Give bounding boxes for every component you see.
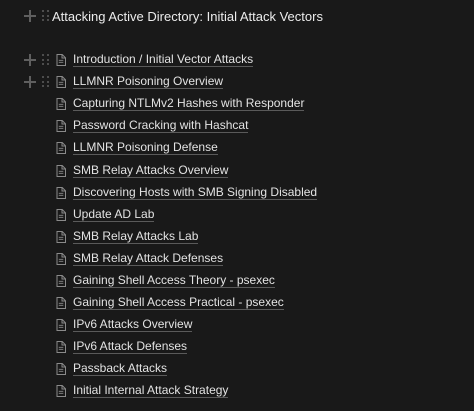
page-icon <box>56 164 66 177</box>
plus-icon[interactable] <box>24 54 36 67</box>
page-link-label: IPv6 Attack Defenses <box>73 339 188 355</box>
page-link[interactable]: LLMNR Poisoning Defense <box>52 140 218 156</box>
list-item: Passback Attacks <box>0 358 474 380</box>
page-icon <box>56 142 66 155</box>
page-icon <box>56 319 66 332</box>
drag-handle-icon[interactable] <box>42 10 50 22</box>
page-link[interactable]: Capturing NTLMv2 Hashes with Responder <box>52 96 305 112</box>
page-icon <box>56 120 66 133</box>
list-item: LLMNR Poisoning Defense <box>0 137 474 159</box>
page-link-label: Capturing NTLMv2 Hashes with Responder <box>73 96 305 112</box>
list-item: IPv6 Attacks Overview <box>0 314 474 336</box>
list-item: IPv6 Attack Defenses <box>0 336 474 358</box>
page-link[interactable]: Discovering Hosts with SMB Signing Disab… <box>52 184 318 200</box>
page-icon <box>56 297 66 310</box>
list-item: SMB Relay Attacks Overview <box>0 159 474 181</box>
page-icon <box>56 385 66 398</box>
page-link-label: Discovering Hosts with SMB Signing Disab… <box>73 184 318 200</box>
page-icon <box>56 230 66 243</box>
list-item: Introduction / Initial Vector Attacks <box>0 49 474 71</box>
page-link[interactable]: LLMNR Poisoning Overview <box>52 74 224 90</box>
list-item: Update AD Lab <box>0 204 474 226</box>
page-link-label: SMB Relay Attack Defenses <box>73 250 224 266</box>
page-icon <box>56 54 66 67</box>
page-icon <box>56 274 66 287</box>
page-icon <box>56 252 66 265</box>
list-item: LLMNR Poisoning Overview <box>0 71 474 93</box>
list-item: SMB Relay Attack Defenses <box>0 248 474 270</box>
page-link[interactable]: Introduction / Initial Vector Attacks <box>52 52 254 68</box>
page-link-label: IPv6 Attacks Overview <box>73 317 193 333</box>
page-link-label: Passback Attacks <box>73 361 168 377</box>
page-link[interactable]: IPv6 Attacks Overview <box>52 317 193 333</box>
page-link-label: LLMNR Poisoning Overview <box>73 74 224 90</box>
block-controls <box>0 76 52 89</box>
page-link-label: Update AD Lab <box>73 206 155 222</box>
block-controls <box>0 10 52 22</box>
page-link[interactable]: Gaining Shell Access Theory - psexec <box>52 272 275 288</box>
drag-handle-icon[interactable] <box>42 54 50 66</box>
page-link-label: SMB Relay Attacks Lab <box>73 228 199 244</box>
page-link[interactable]: SMB Relay Attacks Overview <box>52 162 229 178</box>
list-item: Discovering Hosts with SMB Signing Disab… <box>0 182 474 204</box>
page-link[interactable]: Gaining Shell Access Practical - psexec <box>52 295 284 311</box>
plus-icon[interactable] <box>24 76 36 89</box>
page-link[interactable]: Password Cracking with Hashcat <box>52 118 249 134</box>
list-item: Capturing NTLMv2 Hashes with Responder <box>0 93 474 115</box>
page-icon <box>56 186 66 199</box>
page-link-label: Gaining Shell Access Practical - psexec <box>73 295 284 311</box>
page-link-label: SMB Relay Attacks Overview <box>73 162 229 178</box>
page-title: Attacking Active Directory: Initial Atta… <box>52 8 323 24</box>
page-icon <box>56 76 66 89</box>
list-item: SMB Relay Attacks Lab <box>0 226 474 248</box>
page-link[interactable]: Passback Attacks <box>52 361 168 377</box>
page-link-list: Introduction / Initial Vector Attacks LL… <box>0 49 474 403</box>
page-link[interactable]: Initial Internal Attack Strategy <box>52 383 229 399</box>
page-link-label: Password Cracking with Hashcat <box>73 118 249 134</box>
list-item: Initial Internal Attack Strategy <box>0 380 474 402</box>
list-item: Gaining Shell Access Practical - psexec <box>0 292 474 314</box>
page-link[interactable]: SMB Relay Attacks Lab <box>52 228 199 244</box>
page-link[interactable]: SMB Relay Attack Defenses <box>52 250 224 266</box>
page-icon <box>56 208 66 221</box>
page-icon <box>56 341 66 354</box>
page-link-label: Introduction / Initial Vector Attacks <box>73 52 254 68</box>
plus-icon[interactable] <box>24 10 36 22</box>
page-icon <box>56 98 66 111</box>
list-item: Gaining Shell Access Theory - psexec <box>0 270 474 292</box>
page-title-block: Attacking Active Directory: Initial Atta… <box>0 5 474 27</box>
list-item: Password Cracking with Hashcat <box>0 115 474 137</box>
page-icon <box>56 363 66 376</box>
drag-handle-icon[interactable] <box>42 76 50 88</box>
page-link-label: LLMNR Poisoning Defense <box>73 140 218 156</box>
block-controls <box>0 54 52 67</box>
page-link[interactable]: Update AD Lab <box>52 206 155 222</box>
page-link-label: Gaining Shell Access Theory - psexec <box>73 272 275 288</box>
page-link[interactable]: IPv6 Attack Defenses <box>52 339 188 355</box>
page-link-label: Initial Internal Attack Strategy <box>73 383 229 399</box>
